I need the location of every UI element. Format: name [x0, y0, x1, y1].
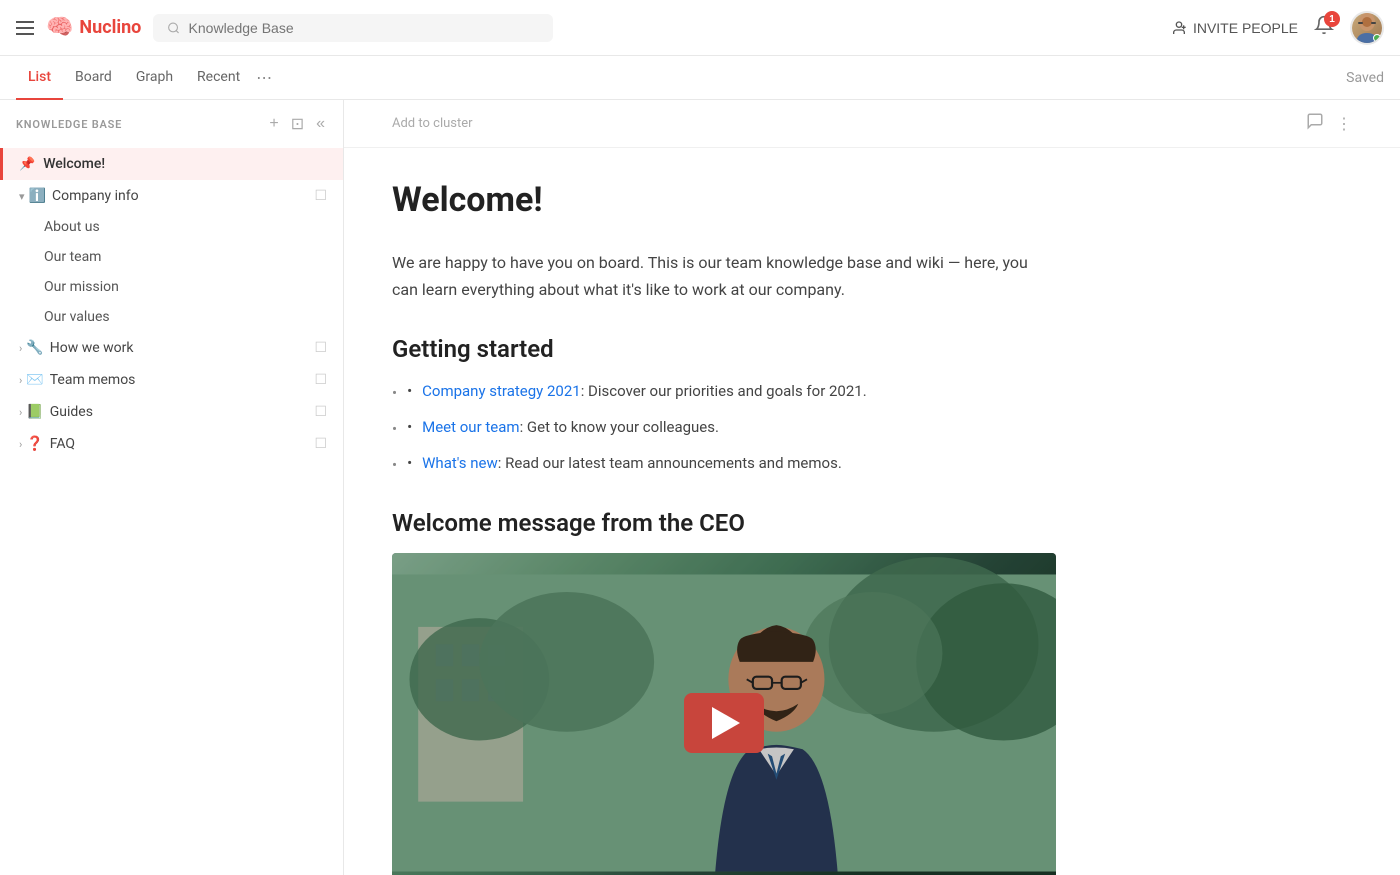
sidebar-item-label: Team memos [50, 372, 136, 388]
content-area: Add to cluster ⋮ Welcome! We are happy t… [344, 100, 1400, 875]
sidebar-header-label: KNOWLEDGE BASE [16, 118, 122, 131]
invite-label: INVITE PEOPLE [1193, 20, 1298, 36]
sidebar-header-actions: + ⊡ « [267, 112, 327, 136]
expand-button[interactable]: ⊡ [289, 112, 306, 136]
meet-our-team-link[interactable]: Meet our team [422, 418, 519, 436]
logo-text: Nuclino [79, 17, 141, 38]
add-item-button[interactable]: + [267, 112, 280, 136]
search-icon [167, 21, 180, 35]
content-body: Welcome! We are happy to have you on boa… [344, 148, 1104, 875]
online-indicator [1373, 34, 1381, 42]
company-strategy-link[interactable]: Company strategy 2021 [422, 382, 581, 400]
sidebar-item-how-we-work[interactable]: › 🔧 How we work ☐ [0, 332, 343, 364]
logo-icon: 🧠 [46, 15, 73, 40]
content-topbar: Add to cluster ⋮ [344, 100, 1400, 148]
collapse-sidebar-button[interactable]: « [314, 112, 327, 136]
search-bar[interactable] [153, 14, 553, 42]
sidebar-item-label: How we work [50, 340, 134, 356]
ceo-video[interactable] [392, 553, 1056, 875]
sidebar-item-company-info[interactable]: ▾ ℹ️ Company info ☐ [0, 180, 343, 212]
list-item: • What's new: Read our latest team annou… [392, 451, 1056, 477]
invite-people-button[interactable]: INVITE PEOPLE [1171, 20, 1298, 36]
faq-emoji: ❓ [26, 436, 43, 452]
sidebar-item-faq[interactable]: › ❓ FAQ ☐ [0, 428, 343, 460]
sidebar-item-team-memos[interactable]: › ✉️ Team memos ☐ [0, 364, 343, 396]
bullet-text-1: : Discover our priorities and goals for … [581, 382, 867, 400]
more-tabs-button[interactable]: ⋯ [256, 68, 272, 87]
checkbox-icon: ☐ [314, 372, 327, 388]
sidebar-sub-label: Our mission [44, 279, 119, 295]
play-icon [712, 707, 740, 739]
getting-started-list: • Company strategy 2021: Discover our pr… [392, 379, 1056, 477]
play-button[interactable] [684, 693, 764, 753]
list-item: • Company strategy 2021: Discover our pr… [392, 379, 1056, 405]
notification-badge: 1 [1324, 11, 1340, 27]
add-to-cluster-link[interactable]: Add to cluster [392, 116, 473, 131]
sidebar-item-label: Welcome! [43, 156, 105, 172]
checkbox-icon: ☐ [314, 340, 327, 356]
ceo-section-title: Welcome message from the CEO [392, 509, 1056, 537]
bullet-text-2: : Get to know your colleagues. [520, 418, 719, 436]
hamburger-menu[interactable] [16, 21, 34, 35]
sidebar-item-welcome[interactable]: 📌 Welcome! [0, 148, 343, 180]
sidebar-item-our-values[interactable]: Our values [0, 302, 343, 332]
company-info-emoji: ℹ️ [29, 188, 46, 204]
content-topbar-actions: ⋮ [1306, 112, 1352, 135]
chevron-right-icon: › [19, 406, 22, 419]
page-title: Welcome! [392, 180, 1056, 221]
tab-graph[interactable]: Graph [124, 56, 185, 100]
avatar[interactable] [1350, 11, 1384, 45]
checkbox-icon: ☐ [314, 188, 327, 204]
getting-started-title: Getting started [392, 335, 1056, 363]
sidebar-sub-label: About us [44, 219, 100, 235]
more-options-button[interactable]: ⋮ [1336, 112, 1352, 135]
whats-new-link[interactable]: What's new [422, 454, 498, 472]
sidebar-item-label: FAQ [50, 436, 75, 452]
sidebar-item-label: Guides [50, 404, 93, 420]
saved-status: Saved [1346, 70, 1384, 86]
notifications-button[interactable]: 1 [1314, 15, 1334, 40]
tab-board[interactable]: Board [63, 56, 124, 100]
sidebar-header: KNOWLEDGE BASE + ⊡ « [0, 100, 343, 148]
sidebar-item-label: Company info [52, 188, 139, 204]
guides-emoji: 📗 [26, 404, 43, 420]
checkbox-icon: ☐ [314, 404, 327, 420]
checkbox-icon: ☐ [314, 436, 327, 452]
sidebar-item-guides[interactable]: › 📗 Guides ☐ [0, 396, 343, 428]
logo[interactable]: 🧠 Nuclino [46, 15, 141, 40]
comments-button[interactable] [1306, 112, 1324, 135]
tab-recent[interactable]: Recent [185, 56, 252, 100]
how-we-work-emoji: 🔧 [26, 340, 43, 356]
chevron-right-icon: › [19, 438, 22, 451]
sidebar-item-about-us[interactable]: About us [0, 212, 343, 242]
person-add-icon [1171, 20, 1187, 36]
chevron-down-icon: ▾ [19, 190, 25, 203]
top-nav: 🧠 Nuclino INVITE PEOPLE 1 [0, 0, 1400, 56]
chevron-right-icon: › [19, 374, 22, 387]
sidebar-item-our-mission[interactable]: Our mission [0, 272, 343, 302]
sidebar-sub-label: Our team [44, 249, 101, 265]
team-memos-emoji: ✉️ [26, 372, 43, 388]
bullet-text-3: : Read our latest team announcements and… [498, 454, 842, 472]
page-description: We are happy to have you on board. This … [392, 249, 1056, 303]
main-area: KNOWLEDGE BASE + ⊡ « 📌 Welcome! ▾ ℹ️ Com… [0, 100, 1400, 875]
search-input[interactable] [189, 20, 540, 36]
sidebar-item-our-team[interactable]: Our team [0, 242, 343, 272]
topnav-right: INVITE PEOPLE 1 [1171, 11, 1384, 45]
chevron-right-icon: › [19, 342, 22, 355]
sidebar-sub-label: Our values [44, 309, 110, 325]
view-tabs: List Board Graph Recent ⋯ Saved [0, 56, 1400, 100]
list-item: • Meet our team: Get to know your collea… [392, 415, 1056, 441]
pin-icon: 📌 [19, 157, 35, 172]
tab-list[interactable]: List [16, 56, 63, 100]
sidebar: KNOWLEDGE BASE + ⊡ « 📌 Welcome! ▾ ℹ️ Com… [0, 100, 344, 875]
